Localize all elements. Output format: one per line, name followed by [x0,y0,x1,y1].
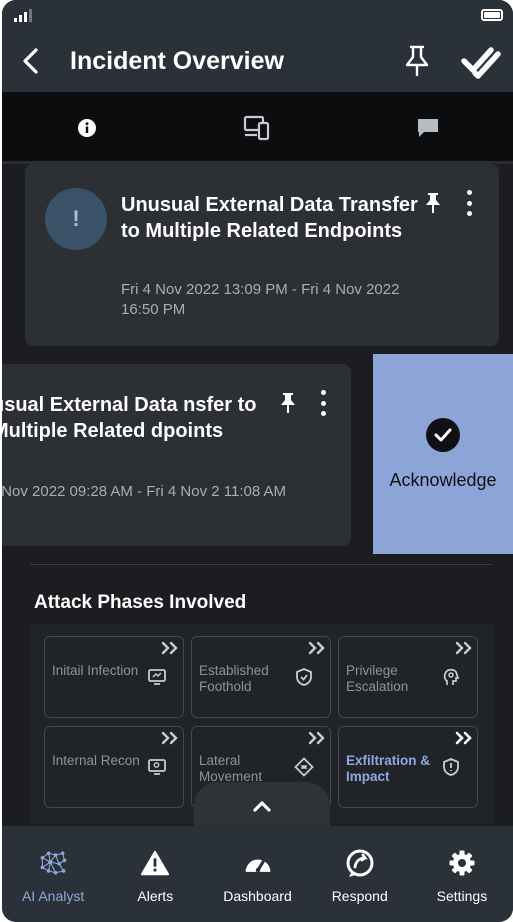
gauge-icon [243,848,273,878]
diamond-icon [294,757,314,777]
monitor-icon [148,669,166,685]
head-gear-icon [443,668,460,685]
gear-icon [447,848,477,878]
nav-label: Respond [331,888,388,904]
app-header: Incident Overview [2,30,513,92]
acknowledge-button[interactable]: Acknowledge [373,354,513,554]
phase-label: Lateral Movement [199,753,263,784]
phone-screen: Incident Overview ! Unusual External Dat… [2,0,513,922]
tab-devices[interactable] [172,92,342,164]
signal-icon [14,9,32,22]
nav-label: AI Analyst [21,888,85,904]
check-circle-icon [426,417,460,452]
divider [30,564,492,565]
nav-label: Dashboard [223,888,292,904]
alert-badge: ! [45,188,107,250]
pin-button[interactable] [385,30,449,92]
comment-icon [417,119,438,137]
battery-icon [481,9,503,21]
double-check-icon [461,47,501,79]
more-options-icon[interactable] [464,190,474,216]
acknowledge-all-button[interactable] [449,30,513,92]
phase-privilege-escalation[interactable]: Privilege Escalation [338,636,478,718]
expand-panel-button[interactable] [194,782,330,826]
double-chevron-icon [455,731,472,745]
tab-comments[interactable] [343,92,513,164]
info-icon [78,119,97,137]
chevron-left-icon [23,48,38,74]
bottom-navigation: AI Analyst Alerts Dashboard Respond Sett… [2,826,513,922]
double-chevron-icon [161,641,178,655]
respond-icon [345,848,375,878]
phase-label: Initail Infection [52,663,139,678]
nav-settings[interactable]: Settings [411,826,513,922]
shield-alert-icon [443,758,459,776]
phase-exfiltration-impact[interactable]: Exfiltration & Impact [338,726,478,808]
incident-card-swiped[interactable]: usual External Data nsfer to Multiple Re… [2,364,351,546]
phase-established-foothold[interactable]: Established Foothold [191,636,331,718]
pin-icon[interactable] [423,192,443,214]
acknowledge-label: Acknowledge [389,469,497,490]
phase-label: Privilege Escalation [346,663,409,694]
status-bar [2,0,513,30]
phase-label: Internal Recon [52,753,140,768]
phase-label: Exfiltration & Impact [346,753,431,784]
incident-card[interactable]: ! Unusual External Data Transfer to Mult… [25,164,499,346]
incident-content: ! Unusual External Data Transfer to Mult… [2,164,513,826]
network-icon [38,848,68,878]
monitor-search-icon [148,759,166,775]
nav-respond[interactable]: Respond [309,826,411,922]
double-chevron-icon [308,641,325,655]
chevron-up-icon [253,801,271,812]
page-title: Incident Overview [70,46,284,75]
incident-timerange: - Nov 2022 09:28 AM - Fri 4 Nov 2 11:08 … [2,483,287,500]
nav-label: Alerts [137,888,174,904]
nav-dashboard[interactable]: Dashboard [206,826,308,922]
nav-label: Settings [436,888,488,904]
phase-label: Established Foothold [199,663,269,694]
devices-icon [244,115,270,141]
shield-icon [296,668,312,686]
nav-alerts[interactable]: Alerts [104,826,206,922]
double-chevron-icon [308,731,325,745]
pin-icon[interactable] [278,392,298,414]
warning-icon [140,848,170,878]
more-options-icon[interactable] [318,390,328,416]
incident-timerange: Fri 4 Nov 2022 13:09 PM - Fri 4 Nov 2022… [121,281,400,318]
back-button[interactable] [2,30,58,92]
tab-info[interactable] [2,92,173,164]
incident-title: usual External Data nsfer to Multiple Re… [2,394,257,442]
phase-internal-recon[interactable]: Internal Recon [44,726,184,808]
pin-icon [405,45,429,77]
incident-title: Unusual External Data Transfer to Multip… [121,194,418,242]
double-chevron-icon [455,641,472,655]
double-chevron-icon [161,731,178,745]
phase-initial-infection[interactable]: Initail Infection [44,636,184,718]
tab-bar [2,92,513,164]
nav-ai-analyst[interactable]: AI Analyst [2,826,104,922]
exclamation-icon: ! [72,206,80,231]
attack-phases-title: Attack Phases Involved [34,592,247,613]
